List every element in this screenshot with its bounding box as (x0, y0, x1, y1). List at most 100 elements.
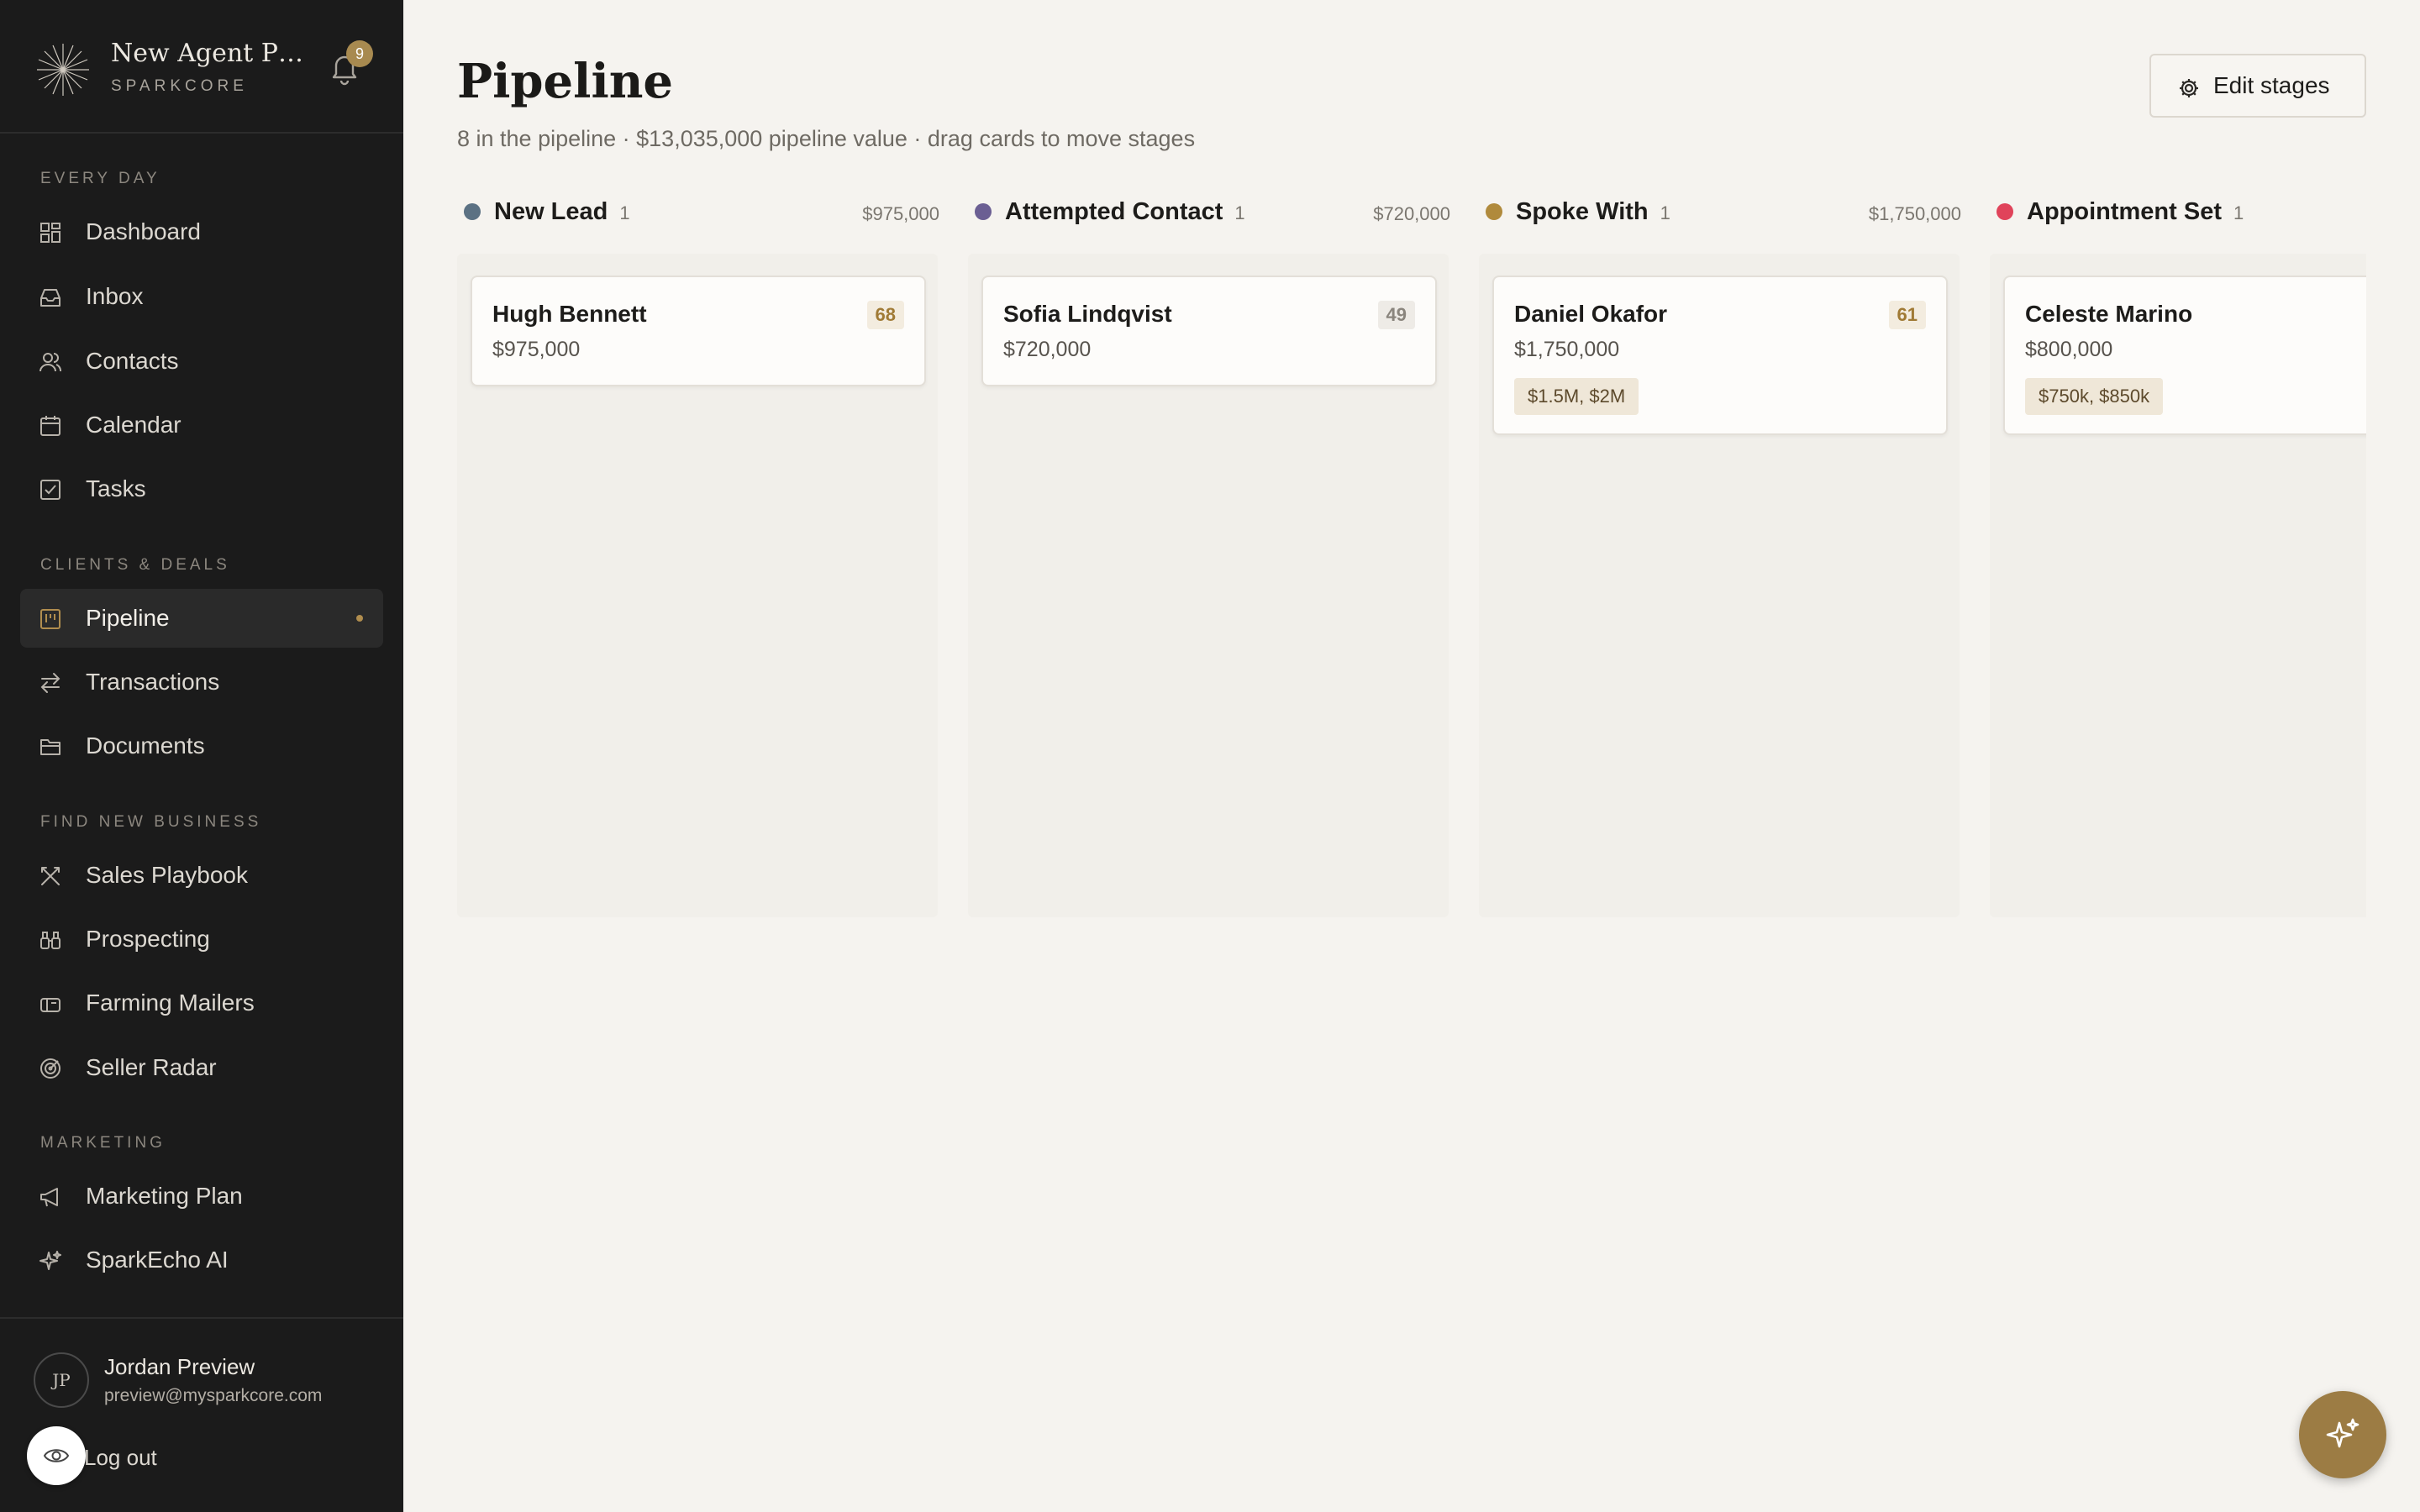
deal-name: Hugh Bennett (492, 301, 647, 327)
sidebar-item-transactions[interactable]: Transactions (20, 653, 383, 711)
sidebar-item-marketing-plan[interactable]: Marketing Plan (20, 1167, 383, 1226)
stage-color-dot (975, 203, 992, 220)
stage-count: 1 (1234, 202, 1245, 223)
sidebar-item-sales-playbook[interactable]: Sales Playbook (20, 846, 383, 905)
stage-dropzone[interactable]: Daniel Okafor $1,750,000 61 $1.5M, $2M (1479, 254, 1960, 917)
sidebar-item-label: Transactions (86, 669, 220, 695)
stage-column-attempted-contact: Attempted Contact 1 $720,000 Sofia Lindqv… (965, 186, 1452, 917)
spark-logo-icon (37, 44, 89, 96)
sidebar-item-label: Calendar (86, 412, 182, 438)
sidebar-item-inbox[interactable]: Inbox (20, 267, 383, 326)
lead-score-badge: 68 (866, 301, 904, 329)
sidebar-item-label: Sales Playbook (86, 862, 249, 888)
stage-total: $720,000 (1373, 203, 1450, 224)
sidebar-item-pipeline[interactable]: Pipeline (20, 589, 383, 648)
swords-icon (41, 867, 60, 885)
sidebar-item-prospecting[interactable]: Prospecting (20, 910, 383, 969)
sidebar-item-dashboard[interactable]: Dashboard (20, 202, 383, 261)
stage-column-appointment-set: Appointment Set 1 Celeste Marino $800,000… (1986, 186, 2366, 917)
price-range-tag: $1.5M, $2M (1514, 378, 1639, 415)
avatar[interactable]: JP (34, 1352, 89, 1408)
sidebar-item-seller-radar[interactable]: Seller Radar (20, 1038, 383, 1097)
stage-color-dot (1486, 203, 1502, 220)
active-indicator-dot (356, 615, 363, 622)
stage-color-dot (464, 203, 481, 220)
ai-assistant-button[interactable] (2299, 1391, 2386, 1478)
megaphone-icon (40, 1188, 58, 1207)
arrows-icon (40, 673, 60, 693)
stage-color-dot (1996, 203, 2013, 220)
eye-icon (43, 1449, 70, 1462)
stage-dropzone[interactable]: Sofia Lindqvist $720,000 49 (968, 254, 1449, 917)
page-subtitle: 8 in the pipeline · $13,035,000 pipeline… (457, 126, 1196, 151)
stage-dropzone[interactable]: Hugh Bennett $975,000 68 (457, 254, 938, 917)
kanban-icon (40, 609, 60, 629)
sidebar-item-label: Tasks (86, 475, 146, 501)
gear-icon (2180, 79, 2198, 97)
page-title: Pipeline (457, 54, 674, 109)
sidebar-item-calendar[interactable]: Calendar (20, 396, 383, 454)
sidebar-item-label: Prospecting (86, 926, 210, 952)
stage-name: Appointment Set (2027, 198, 2222, 225)
inbox-icon (40, 289, 60, 307)
section-label-clients-deals: CLIENTS & DEALS (40, 556, 230, 574)
sidebar-item-sparkecho-ai[interactable]: SparkEcho AI (20, 1231, 383, 1289)
mailbox-icon (40, 998, 60, 1012)
deal-card[interactable]: Daniel Okafor $1,750,000 61 $1.5M, $2M (1492, 276, 1948, 435)
stage-column-new-lead: New Lead 1 $975,000 Hugh Bennett $975,000… (454, 186, 941, 917)
stage-header: Spoke With 1 $1,750,000 (1476, 186, 1963, 239)
user-email: preview@mysparkcore.com (104, 1386, 323, 1405)
sidebar: New Agent Pre... SPARKCORE 9 EVERY DAY D… (0, 0, 403, 1512)
logout-link[interactable]: Log out (84, 1445, 157, 1471)
calendar-icon (40, 416, 60, 436)
sparkles-icon (2326, 1418, 2360, 1448)
deal-name: Daniel Okafor (1514, 301, 1668, 327)
sparkles-icon (39, 1251, 61, 1270)
sidebar-item-label: Marketing Plan (86, 1183, 243, 1209)
stage-dropzone[interactable]: Celeste Marino $800,000 $750k, $850k (1990, 254, 2366, 917)
deal-value: $720,000 (1003, 338, 1092, 361)
sidebar-item-label: Inbox (86, 283, 144, 309)
stage-column-spoke-with: Spoke With 1 $1,750,000 Daniel Okafor $1,… (1476, 186, 1963, 917)
section-label-every-day: EVERY DAY (40, 170, 160, 187)
edit-stages-button[interactable]: Edit stages (2149, 54, 2366, 118)
sidebar-item-tasks[interactable]: Tasks (20, 459, 383, 518)
sidebar-item-label: Contacts (86, 348, 179, 374)
stage-header: Attempted Contact 1 $720,000 (965, 186, 1452, 239)
users-icon (39, 353, 61, 372)
preview-toggle-button[interactable] (27, 1426, 86, 1485)
sidebar-item-documents[interactable]: Documents (20, 717, 383, 775)
brand-header: New Agent Pre... SPARKCORE 9 (0, 0, 403, 134)
binoculars-icon (40, 932, 60, 949)
brand-name: New Agent Pre... (111, 39, 304, 68)
grid-icon (40, 223, 60, 243)
lead-score-badge: 61 (1888, 301, 1926, 329)
stage-name: New Lead (494, 198, 608, 225)
sidebar-item-contacts[interactable]: Contacts (20, 332, 383, 391)
deal-name: Sofia Lindqvist (1003, 301, 1172, 327)
user-name: Jordan Preview (104, 1354, 255, 1379)
deal-card[interactable]: Celeste Marino $800,000 $750k, $850k (2003, 276, 2366, 435)
deal-name: Celeste Marino (2025, 301, 2193, 327)
deal-value: $800,000 (2025, 338, 2113, 361)
sidebar-item-label: Seller Radar (86, 1054, 217, 1080)
notification-badge: 9 (346, 40, 373, 67)
stage-count: 1 (619, 202, 630, 223)
deal-card[interactable]: Hugh Bennett $975,000 68 (471, 276, 926, 386)
stage-count: 1 (2233, 202, 2244, 223)
stage-count: 1 (1660, 202, 1670, 223)
radar-icon (40, 1058, 60, 1079)
folder-icon (40, 739, 60, 755)
deal-value: $975,000 (492, 338, 581, 361)
sidebar-item-label: Farming Mailers (86, 990, 255, 1016)
section-label-marketing: MARKETING (40, 1134, 166, 1152)
stage-name: Spoke With (1516, 198, 1649, 225)
checkbox-icon (40, 480, 60, 500)
sidebar-item-label: Documents (86, 732, 205, 759)
deal-card[interactable]: Sofia Lindqvist $720,000 49 (981, 276, 1437, 386)
stage-total: $975,000 (862, 203, 939, 224)
edit-stages-label: Edit stages (2213, 72, 2330, 98)
stage-name: Attempted Contact (1005, 198, 1223, 225)
sidebar-item-label: Pipeline (86, 605, 170, 631)
sidebar-item-farming-mailers[interactable]: Farming Mailers (20, 974, 383, 1032)
